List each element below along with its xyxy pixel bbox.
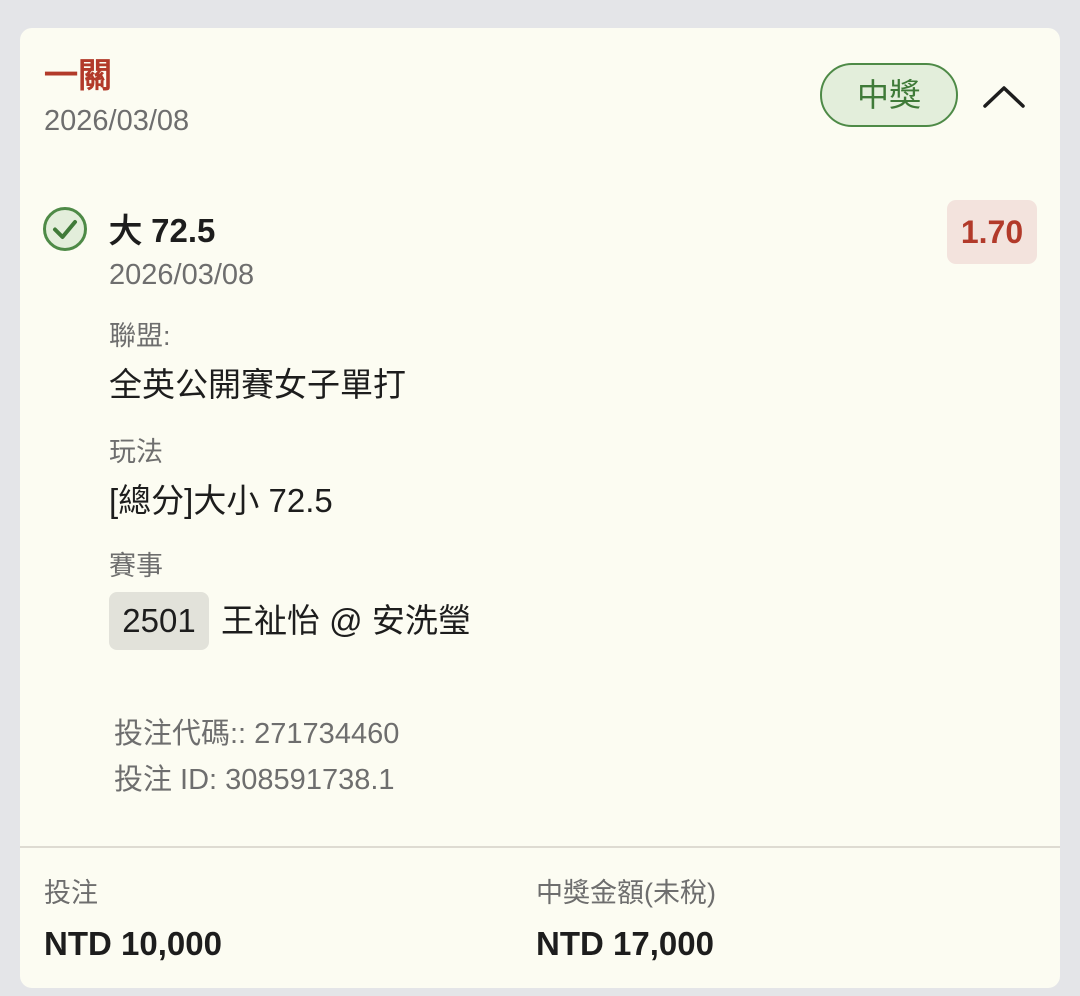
collapse-button[interactable] bbox=[978, 74, 1030, 114]
market-label: 玩法 bbox=[109, 437, 163, 467]
market-value: [總分]大小 72.5 bbox=[109, 482, 333, 519]
league-label: 聯盟: bbox=[109, 321, 171, 351]
odds-badge: 1.70 bbox=[947, 200, 1037, 264]
event-name: 王祉怡 @ 安洗瑩 bbox=[221, 602, 471, 639]
league-value: 全英公開賽女子單打 bbox=[109, 366, 406, 403]
status-badge: 中獎 bbox=[820, 63, 958, 127]
payout-label: 中獎金額(未稅) bbox=[536, 878, 716, 908]
bet-code: 投注代碼:: 271734460 bbox=[114, 718, 400, 750]
stake-value: NTD 10,000 bbox=[44, 925, 222, 962]
bet-card: 一關 2026/03/08 中獎 大 72.5 2026/03/08 1.70 … bbox=[20, 28, 1060, 988]
bet-id: 投注 ID: 308591738.1 bbox=[114, 764, 395, 796]
bet-date: 2026/03/08 bbox=[44, 105, 190, 137]
chevron-up-icon bbox=[983, 86, 1025, 108]
selection-date: 2026/03/08 bbox=[109, 259, 255, 291]
stake-label: 投注 bbox=[44, 878, 98, 908]
bet-type-title: 一關 bbox=[44, 57, 112, 95]
divider bbox=[20, 846, 1060, 848]
check-circle-icon bbox=[43, 207, 87, 251]
selection-name: 大 72.5 bbox=[109, 212, 216, 249]
payout-value: NTD 17,000 bbox=[536, 925, 714, 962]
event-label: 賽事 bbox=[109, 551, 163, 581]
event-code-badge: 2501 bbox=[109, 592, 209, 650]
